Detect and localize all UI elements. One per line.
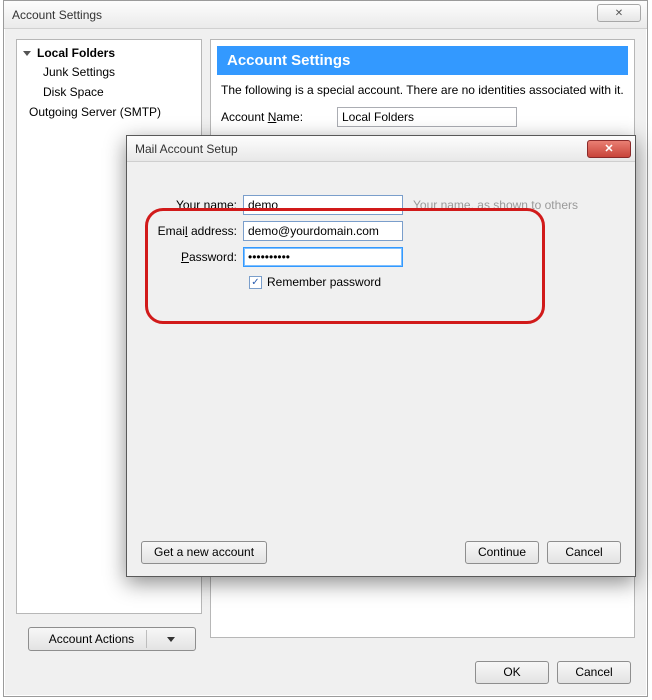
- close-icon: ✕: [604, 142, 613, 155]
- name-input[interactable]: [243, 195, 403, 215]
- parent-footer: OK Cancel: [4, 648, 647, 696]
- mail-account-setup-dialog: Mail Account Setup ✕ Your name: Your nam…: [126, 135, 636, 577]
- dialog-titlebar[interactable]: Mail Account Setup ✕: [127, 136, 635, 162]
- tree-root-label: Local Folders: [37, 46, 115, 60]
- chevron-down-icon: [167, 637, 175, 642]
- password-row: Password:: [141, 244, 621, 270]
- parent-window-title: Account Settings: [12, 8, 639, 22]
- tree-root-local-folders[interactable]: Local Folders: [17, 44, 201, 62]
- tree-item-disk-space[interactable]: Disk Space: [17, 82, 201, 102]
- account-actions-label: Account Actions: [49, 632, 134, 646]
- chevron-down-icon: [23, 51, 31, 56]
- dialog-close-button[interactable]: ✕: [587, 140, 631, 158]
- email-label: Email address:: [141, 224, 243, 238]
- parent-close-button[interactable]: ✕: [597, 4, 641, 22]
- remember-password-checkbox[interactable]: ✓: [249, 276, 262, 289]
- password-input[interactable]: [243, 247, 403, 267]
- name-row: Your name: Your name, as shown to others: [141, 192, 621, 218]
- dialog-cancel-button[interactable]: Cancel: [547, 541, 621, 564]
- close-icon: ✕: [615, 8, 623, 19]
- name-label: Your name:: [141, 198, 243, 212]
- dialog-body: Your name: Your name, as shown to others…: [127, 162, 635, 528]
- ok-button[interactable]: OK: [475, 661, 549, 684]
- content-header: Account Settings: [217, 46, 628, 75]
- account-name-row: Account Name:: [211, 105, 634, 131]
- parent-titlebar[interactable]: Account Settings ✕: [4, 1, 647, 29]
- get-new-account-button[interactable]: Get a new account: [141, 541, 267, 564]
- cancel-button[interactable]: Cancel: [557, 661, 631, 684]
- setup-form: Your name: Your name, as shown to others…: [141, 192, 621, 294]
- dialog-footer: Get a new account Continue Cancel: [127, 528, 635, 576]
- remember-label: Remember password: [267, 275, 381, 289]
- remember-row: ✓ Remember password: [249, 270, 621, 294]
- continue-button[interactable]: Continue: [465, 541, 539, 564]
- content-description: The following is a special account. Ther…: [211, 83, 634, 105]
- name-hint: Your name, as shown to others: [413, 198, 578, 212]
- account-name-label: Account Name:: [221, 110, 331, 124]
- dialog-title: Mail Account Setup: [135, 142, 587, 156]
- account-name-input[interactable]: [337, 107, 517, 127]
- check-icon: ✓: [251, 277, 259, 288]
- tree-item-outgoing[interactable]: Outgoing Server (SMTP): [17, 102, 201, 122]
- tree-item-junk[interactable]: Junk Settings: [17, 62, 201, 82]
- separator: [146, 630, 147, 648]
- password-label: Password:: [141, 250, 243, 264]
- email-row: Email address:: [141, 218, 621, 244]
- email-input[interactable]: [243, 221, 403, 241]
